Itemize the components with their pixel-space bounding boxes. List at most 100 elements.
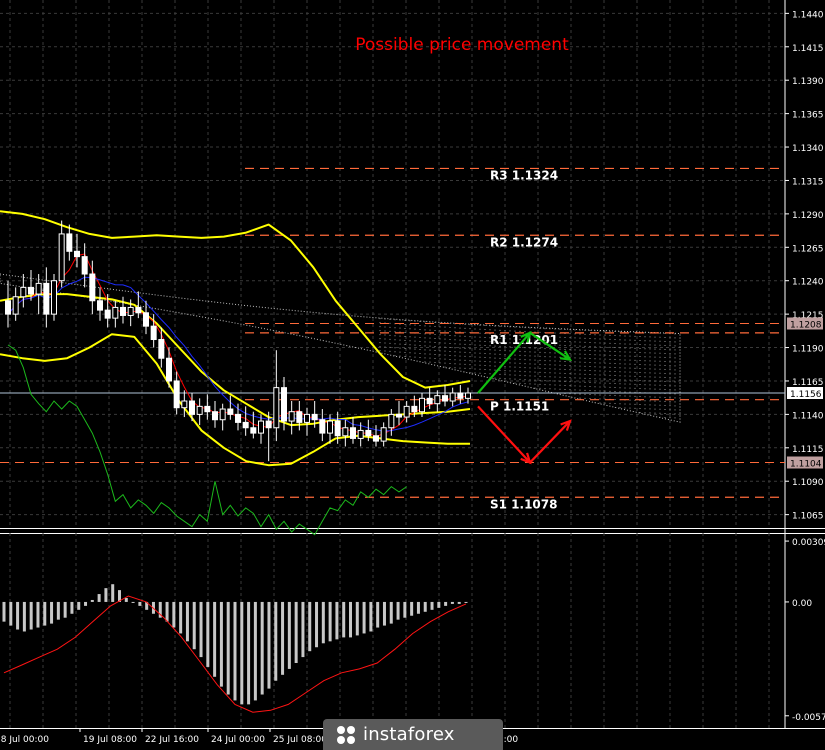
macd-histogram-bar: [97, 594, 101, 602]
price-tag-label: 1.1208: [790, 320, 822, 330]
macd-histogram-bar: [410, 601, 414, 616]
price-tick-label: 1.1190: [792, 345, 824, 355]
candle-body: [419, 397, 425, 413]
macd-histogram-bar: [294, 601, 298, 663]
candle-body: [219, 408, 226, 421]
price-tick-label: 1.1315: [792, 177, 824, 187]
candle-body: [212, 411, 218, 421]
macd-histogram-bar: [131, 601, 135, 603]
price-tag-label: 1.1156: [790, 390, 822, 400]
candle-body: [127, 306, 134, 316]
macd-histogram-bar: [355, 601, 359, 636]
time-axis-label: 22 Jul 16:00: [145, 735, 199, 745]
pivot-label-s1: S1 1.1078: [490, 497, 557, 511]
candle-body: [273, 387, 280, 429]
macd-histogram-bar: [430, 601, 434, 610]
candle-body: [442, 395, 448, 402]
candle-body: [58, 233, 65, 282]
macd-histogram-bar: [301, 601, 305, 658]
macd-histogram-bar: [267, 601, 271, 689]
candle-body: [166, 357, 172, 382]
candle-body: [235, 413, 241, 423]
candle-body: [196, 405, 203, 415]
macd-histogram-bar: [389, 601, 393, 624]
time-axis-label: 24 Jul 00:00: [211, 735, 265, 745]
macd-histogram-bar: [16, 601, 20, 630]
pivot-label-r2: R2 1.1274: [490, 235, 558, 249]
candle-body: [258, 420, 264, 434]
candle-body: [104, 309, 111, 319]
macd-histogram-bar: [56, 601, 60, 620]
candle-body: [89, 273, 96, 302]
instaforex-watermark: instaforex: [323, 719, 503, 750]
macd-histogram-bar: [328, 601, 332, 642]
candle-body: [250, 427, 257, 434]
macd-histogram-bar: [213, 601, 217, 677]
candle-body: [403, 405, 410, 418]
candle-body: [319, 419, 326, 434]
candle-body: [120, 306, 126, 316]
macd-histogram-bar: [179, 601, 183, 634]
candle-body: [281, 387, 287, 422]
candle-body: [449, 392, 456, 402]
candle-body: [350, 427, 356, 439]
macd-histogram-bar: [342, 601, 346, 638]
macd-histogram-bar: [63, 601, 67, 618]
candle-body: [411, 405, 418, 413]
macd-histogram-bar: [9, 601, 13, 626]
macd-histogram-bar: [335, 601, 339, 640]
candle-body: [288, 411, 295, 422]
macd-histogram-bar: [36, 601, 40, 628]
price-tick-label: 1.1290: [792, 211, 824, 221]
macd-histogram-bar: [382, 601, 386, 626]
candle-body: [342, 427, 349, 437]
candle-body: [334, 420, 341, 437]
macd-histogram-bar: [416, 601, 420, 614]
macd-histogram-bar: [165, 601, 169, 622]
candle-body: [204, 405, 211, 413]
candle-body: [327, 420, 333, 434]
macd-histogram-bar: [199, 601, 203, 658]
macd-histogram-bar: [84, 601, 88, 606]
price-tick-label: 1.1440: [792, 10, 824, 20]
instaforex-logo-icon: [337, 725, 355, 744]
macd-histogram-bar: [77, 601, 81, 610]
price-tick-label: 1.1090: [792, 478, 824, 488]
watermark-text: instaforex: [363, 724, 455, 745]
chart-background: [0, 0, 825, 750]
price-tick-label: 1.1365: [792, 111, 824, 121]
candle-body: [357, 429, 364, 439]
candle-body: [28, 286, 34, 295]
candle-body: [396, 413, 402, 418]
candle-body: [20, 286, 27, 298]
macd-histogram-bar: [233, 601, 237, 701]
candle-body: [388, 413, 395, 429]
candle-body: [150, 325, 157, 341]
price-tick-label: 1.1165: [792, 378, 824, 388]
candle-body: [135, 306, 142, 314]
candle-body: [173, 380, 180, 409]
candle-body: [66, 233, 73, 252]
candle-body: [181, 400, 188, 409]
candle-body: [365, 429, 372, 437]
macd-histogram-bar: [70, 601, 74, 614]
candle-body: [227, 408, 234, 415]
price-tick-label: 1.1065: [792, 512, 824, 522]
macd-histogram-bar: [90, 599, 94, 602]
macd-histogram-bar: [260, 601, 264, 695]
macd-histogram-bar: [437, 601, 441, 608]
macd-histogram-bar: [274, 601, 278, 681]
chart-title: Possible price movement: [355, 35, 569, 55]
candle-body: [97, 300, 103, 311]
candle-body: [296, 411, 303, 423]
candle-body: [311, 413, 318, 421]
macd-histogram-bar: [369, 601, 373, 632]
macd-histogram-bar: [253, 601, 257, 701]
macd-histogram-bar: [444, 601, 448, 606]
macd-histogram-bar: [104, 588, 108, 602]
macd-histogram-bar: [240, 601, 244, 705]
candle-body: [112, 306, 119, 319]
candle-body: [265, 420, 272, 429]
macd-histogram-bar: [172, 601, 176, 628]
macd-tick-label: 0.00: [792, 599, 812, 609]
